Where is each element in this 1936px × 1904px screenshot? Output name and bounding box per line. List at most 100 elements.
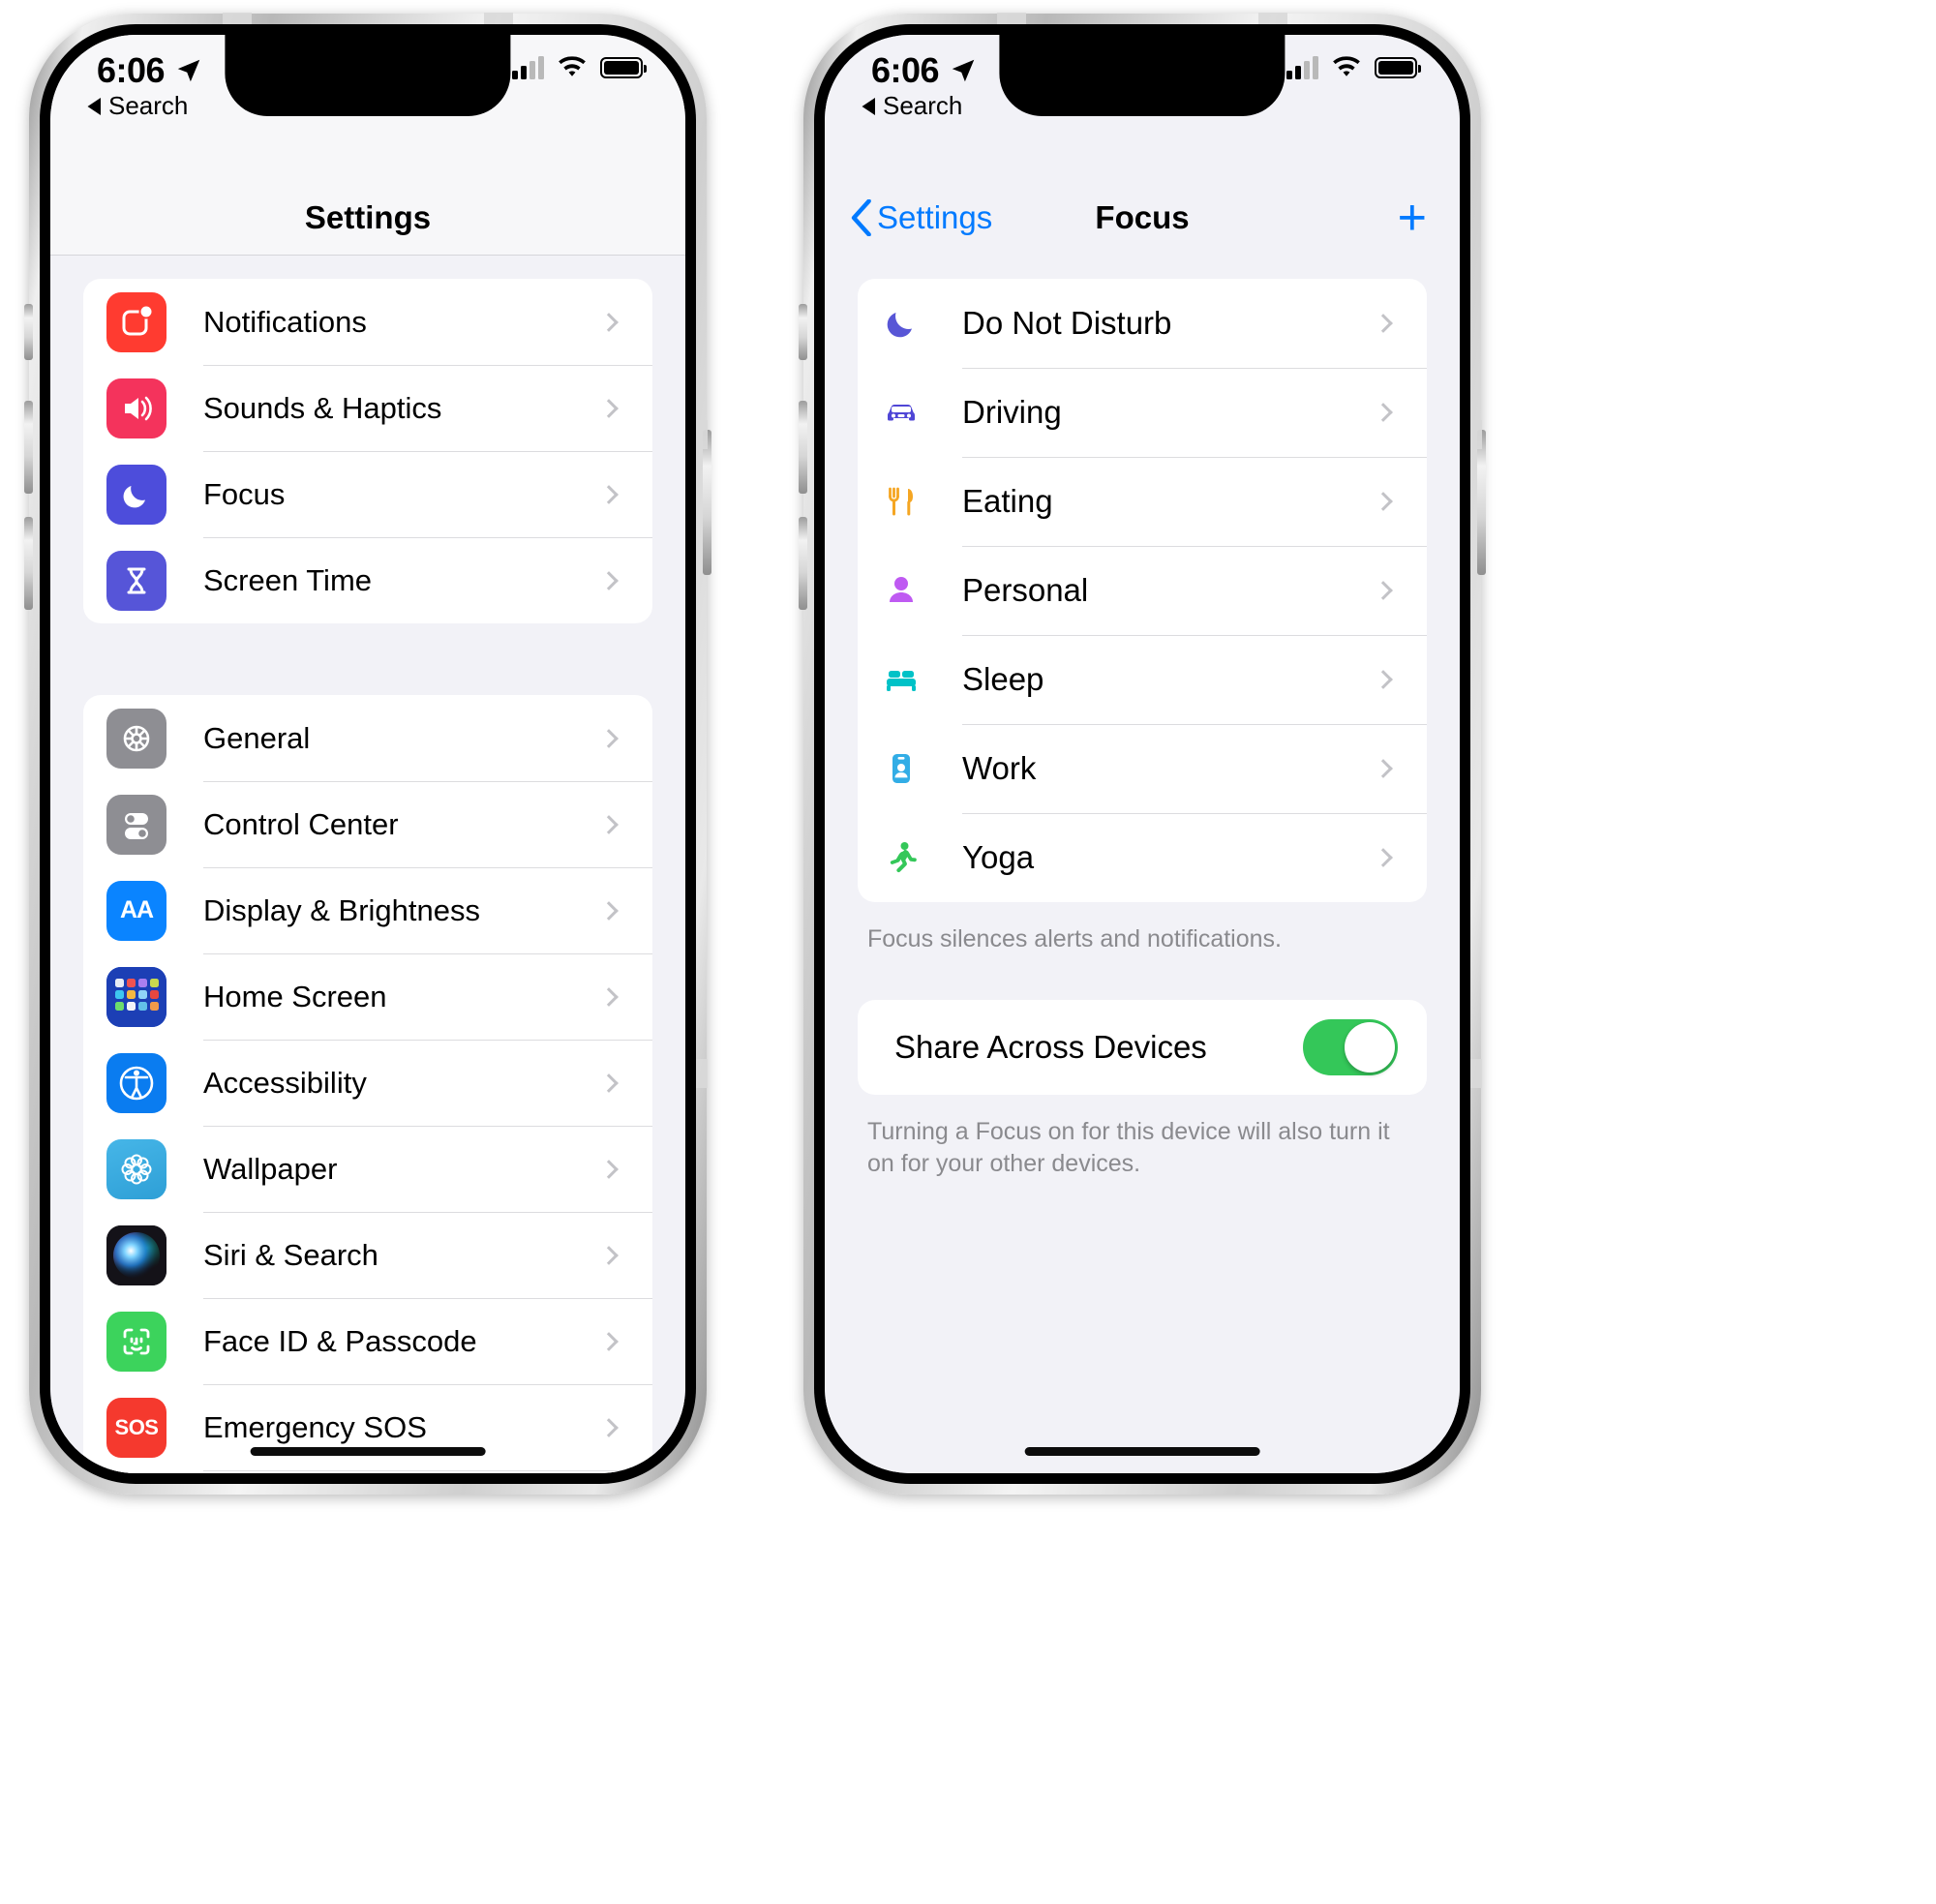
status-bar-clock: 6:06: [97, 50, 203, 91]
row-label: Screen Time: [203, 562, 373, 597]
focus-row-yoga[interactable]: Yoga: [858, 813, 1427, 902]
share-across-devices-toggle[interactable]: [1303, 1019, 1398, 1075]
volume-up-button[interactable]: [24, 401, 33, 494]
settings-list[interactable]: Notifications Sounds & Haptics Focus Scr…: [50, 256, 685, 1473]
chevron-right-icon: [599, 312, 619, 332]
back-triangle-icon: [87, 97, 101, 115]
back-label: Search: [883, 91, 963, 120]
focus-row-eating[interactable]: Eating: [858, 457, 1427, 546]
settings-group-1: Notifications Sounds & Haptics Focus Scr…: [83, 279, 652, 623]
screen-time-hourglass-icon: [106, 550, 166, 611]
moon-icon: [869, 302, 933, 345]
home-indicator[interactable]: [1024, 1447, 1260, 1456]
antenna-band: [484, 13, 513, 24]
row-label: Sounds & Haptics: [203, 390, 442, 425]
settings-group-2: General Control Center AA Display & Brig…: [83, 695, 652, 1473]
notch: [999, 35, 1286, 116]
back-to-search-link[interactable]: Search: [87, 91, 188, 121]
right-phone-screen: 6:06 Search Settings Focus + Do Not Dist…: [825, 35, 1460, 1473]
row-label: Do Not Disturb: [962, 305, 1172, 341]
add-focus-button[interactable]: +: [1398, 193, 1427, 243]
volume-up-button[interactable]: [799, 401, 807, 494]
antenna-band: [997, 13, 1026, 24]
left-nav-bar: Settings: [50, 180, 685, 256]
settings-row-wallpaper[interactable]: Wallpaper: [83, 1126, 652, 1212]
chevron-right-icon: [599, 570, 619, 590]
wifi-icon: [559, 56, 586, 76]
chevron-right-icon: [1374, 403, 1393, 422]
power-button[interactable]: [703, 430, 711, 575]
row-label: Driving: [962, 394, 1062, 430]
power-button[interactable]: [1477, 430, 1486, 575]
focus-moon-icon: [106, 464, 166, 525]
silent-switch[interactable]: [24, 304, 33, 360]
back-to-search-link[interactable]: Search: [862, 91, 962, 121]
clock-text: 6:06: [97, 50, 166, 90]
settings-row-exposure-notifications[interactable]: Exposure Notifications: [83, 1470, 652, 1473]
notifications-icon: [106, 291, 166, 352]
settings-row-screen-time[interactable]: Screen Time: [83, 537, 652, 623]
settings-row-home-screen[interactable]: Home Screen: [83, 953, 652, 1040]
volume-down-button[interactable]: [799, 517, 807, 610]
status-bar-clock: 6:06: [871, 50, 978, 91]
chevron-right-icon: [1374, 492, 1393, 511]
battery-status-icon: [600, 57, 647, 78]
back-triangle-icon: [862, 97, 875, 115]
chevron-right-icon: [599, 814, 619, 834]
battery-status-icon: [1375, 57, 1421, 78]
settings-row-emergency-sos[interactable]: SOS Emergency SOS: [83, 1384, 652, 1470]
chevron-right-icon: [599, 484, 619, 504]
chevron-right-icon: [599, 728, 619, 748]
running-person-icon: [869, 836, 933, 879]
antenna-band: [1470, 420, 1482, 449]
row-label: Focus: [203, 476, 286, 511]
settings-row-notifications[interactable]: Notifications: [83, 279, 652, 365]
settings-row-general[interactable]: General: [83, 695, 652, 781]
home-screen-icon: [106, 966, 166, 1027]
row-label: Share Across Devices: [894, 1029, 1207, 1065]
silent-switch[interactable]: [799, 304, 807, 360]
volume-down-button[interactable]: [24, 517, 33, 610]
location-arrow-icon: [952, 59, 975, 82]
settings-row-focus[interactable]: Focus: [83, 451, 652, 537]
control-center-icon: [106, 794, 166, 855]
chevron-left-icon: [851, 199, 871, 236]
sounds-haptics-icon: [106, 378, 166, 438]
settings-row-accessibility[interactable]: Accessibility: [83, 1040, 652, 1126]
focus-row-sleep[interactable]: Sleep: [858, 635, 1427, 724]
row-label: Control Center: [203, 806, 399, 841]
settings-row-face-id-passcode[interactable]: Face ID & Passcode: [83, 1298, 652, 1384]
left-status-area: 6:06 Search: [50, 35, 685, 180]
settings-row-display-brightness[interactable]: AA Display & Brightness: [83, 867, 652, 953]
antenna-band: [696, 1059, 708, 1088]
status-bar-indicators: [1286, 56, 1421, 79]
person-icon: [869, 569, 933, 612]
siri-orb-icon: [106, 1224, 166, 1285]
share-across-devices-row[interactable]: Share Across Devices: [858, 1000, 1427, 1095]
home-indicator[interactable]: [250, 1447, 486, 1456]
back-label: Settings: [877, 199, 993, 235]
back-to-settings-button[interactable]: Settings: [850, 199, 992, 236]
cellular-signal-icon: [1286, 56, 1318, 79]
settings-row-siri-search[interactable]: Siri & Search: [83, 1212, 652, 1298]
focus-row-personal[interactable]: Personal: [858, 546, 1427, 635]
antenna-band: [1258, 13, 1287, 24]
face-id-icon: [106, 1311, 166, 1372]
right-status-area: 6:06 Search: [825, 35, 1460, 180]
focus-row-do-not-disturb[interactable]: Do Not Disturb: [858, 279, 1427, 368]
focus-modes-group: Do Not Disturb Driving Eating Personal S…: [858, 279, 1427, 902]
general-gear-icon: [106, 708, 166, 769]
status-bar-indicators: [512, 56, 647, 79]
antenna-band: [223, 13, 252, 24]
focus-row-work[interactable]: Work: [858, 724, 1427, 813]
row-label: Emergency SOS: [203, 1409, 427, 1444]
settings-row-control-center[interactable]: Control Center: [83, 781, 652, 867]
wallpaper-flower-icon: [106, 1138, 166, 1199]
settings-row-sounds-haptics[interactable]: Sounds & Haptics: [83, 365, 652, 451]
right-nav-bar: Settings Focus +: [825, 180, 1460, 256]
row-label: Home Screen: [203, 979, 387, 1013]
focus-list[interactable]: Do Not Disturb Driving Eating Personal S…: [825, 256, 1460, 1473]
focus-row-driving[interactable]: Driving: [858, 368, 1427, 457]
